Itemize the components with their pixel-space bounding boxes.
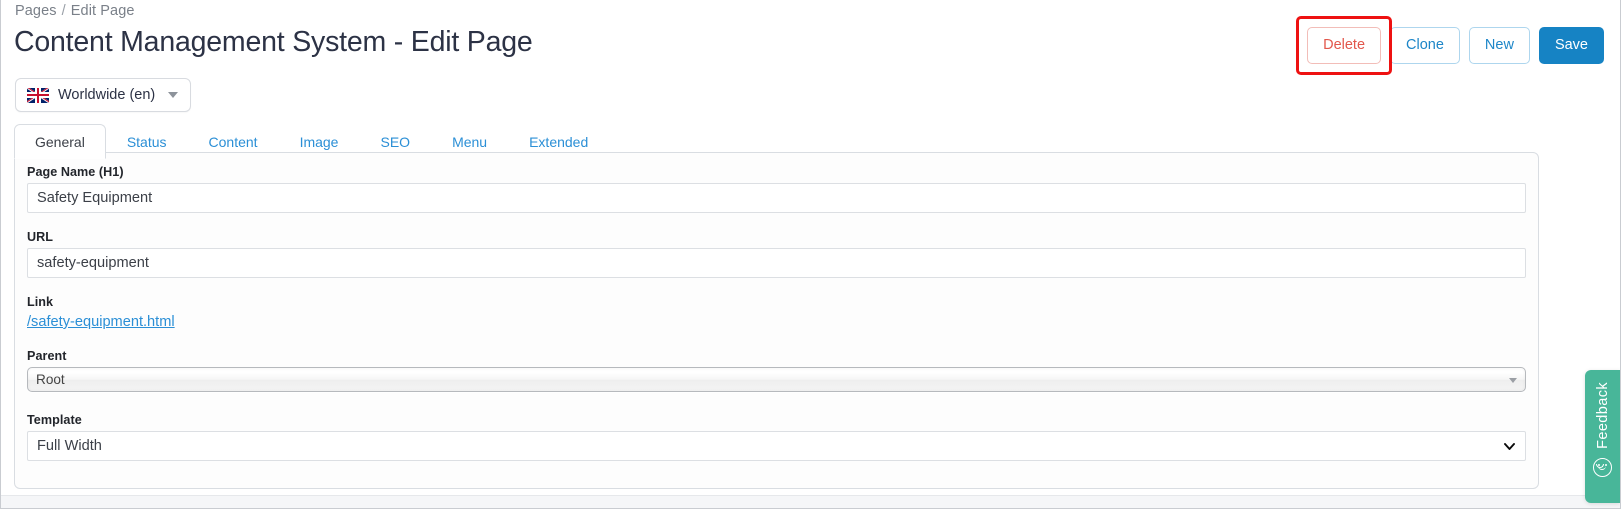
template-select[interactable]: Full Width (27, 431, 1526, 461)
chevron-down-icon (1504, 441, 1515, 452)
tab-general[interactable]: General (14, 124, 106, 159)
bottom-strip (1, 495, 1620, 508)
uk-flag-icon (27, 87, 49, 103)
chevron-down-icon (168, 92, 179, 98)
link-label: Link (27, 295, 54, 309)
template-field-group: Template Full Width (27, 413, 1526, 461)
link-field-group: Link /safety-equipment.html (27, 295, 1526, 331)
feedback-label: Feedback (1594, 382, 1611, 449)
page-name-field-group: Page Name (H1) (27, 165, 1526, 213)
parent-select-value: Root (36, 372, 65, 387)
new-button[interactable]: New (1468, 27, 1530, 64)
url-label: URL (27, 230, 54, 244)
breadcrumb-item-edit-page[interactable]: Edit Page (71, 3, 135, 19)
breadcrumb: Pages / Edit Page (15, 3, 135, 19)
parent-select[interactable]: Root (27, 367, 1526, 392)
clone-button[interactable]: Clone (1390, 27, 1460, 64)
page-name-label: Page Name (H1) (27, 165, 124, 179)
breadcrumb-item-pages[interactable]: Pages (15, 3, 57, 19)
template-select-value: Full Width (37, 438, 102, 454)
url-input[interactable] (27, 248, 1526, 278)
app-viewport: Pages / Edit Page Content Management Syste… (0, 0, 1621, 509)
feedback-tab[interactable]: Feedback (1585, 370, 1620, 503)
delete-button[interactable]: Delete (1307, 27, 1382, 64)
delete-button-wrapper: Delete (1296, 16, 1393, 75)
language-selector-label: Worldwide (en) (58, 87, 156, 103)
url-field-group: URL (27, 230, 1526, 278)
parent-field-group: Parent Root (27, 349, 1526, 392)
breadcrumb-separator: / (61, 3, 66, 19)
chevron-down-icon (1509, 378, 1517, 383)
language-selector[interactable]: Worldwide (en) (15, 78, 192, 112)
parent-label: Parent (27, 349, 67, 363)
smiley-face-icon (1593, 457, 1612, 477)
link-value[interactable]: /safety-equipment.html (27, 314, 175, 330)
general-tab-panel: Page Name (H1) URL Link /safety-equipmen… (14, 152, 1539, 489)
page-name-input[interactable] (27, 183, 1526, 213)
page-title: Content Management System - Edit Page (14, 26, 533, 58)
template-label: Template (27, 413, 82, 427)
save-button[interactable]: Save (1538, 27, 1604, 64)
toolbar-actions: Delete Clone New Save (1296, 16, 1604, 75)
